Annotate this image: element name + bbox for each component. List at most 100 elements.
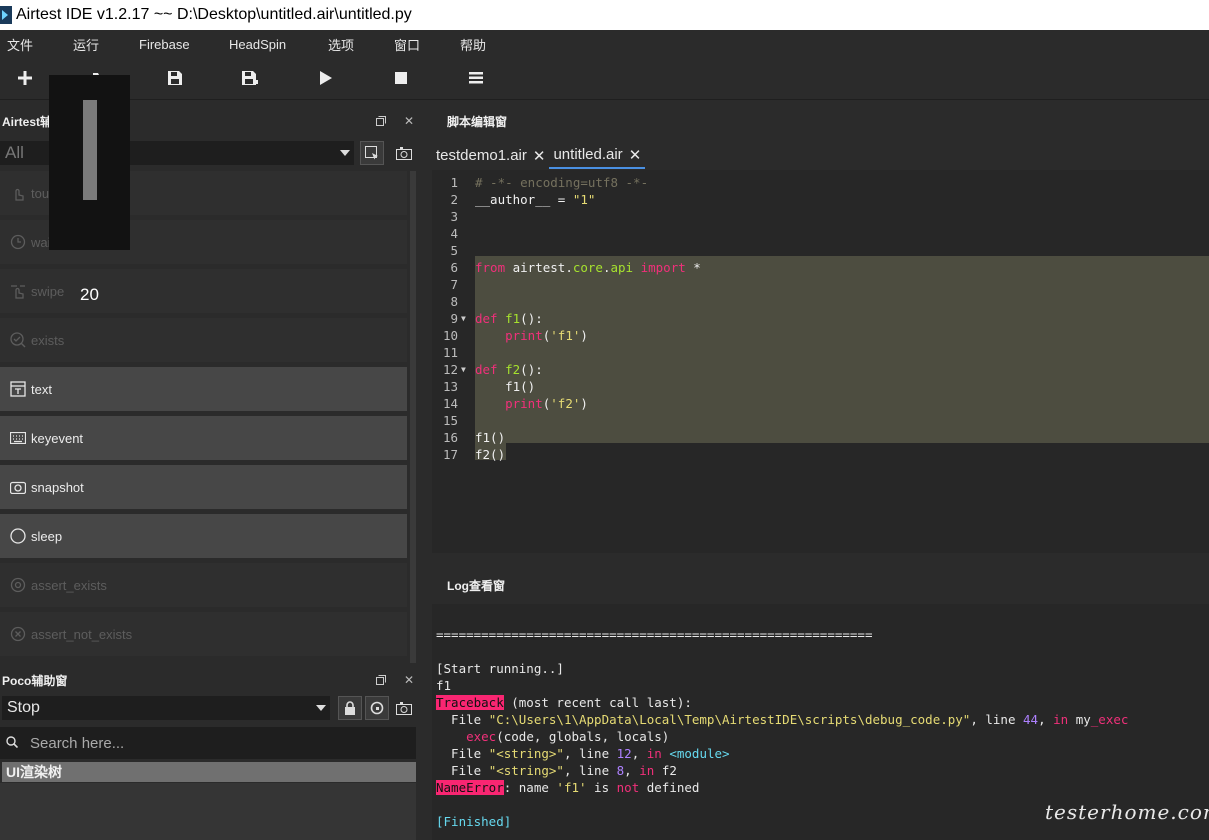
tab-label: testdemo1.air [436,147,527,164]
camera-record-button[interactable] [392,141,416,165]
editor-title: 脚本编辑窗 [447,114,508,129]
save-icon[interactable] [165,68,185,88]
log-line: File "C:\Users\1\AppData\Local\Temp\Airt… [436,712,1129,727]
log-line: [Start running..] [436,661,564,676]
ui-tree-area [0,783,416,840]
log-line: Traceback (most recent call last): [436,695,692,710]
log-line: File "<string>", line 8, in f2 [436,763,677,778]
window-title: Airtest IDE v1.2.17 ~~ D:\Desktop\untitl… [16,6,412,23]
search-icon [6,735,19,751]
moon-icon [10,528,26,544]
api-item-assert-exists[interactable]: assert_exists [0,563,407,607]
menu-bar: 文件 运行 Firebase HeadSpin 选项 窗口 帮助 [0,30,1209,58]
log-line: f1 [436,678,452,693]
line-number: 10 [442,328,458,343]
tab-untitled[interactable]: untitled.air ✕ [549,142,646,169]
poco-search-input[interactable]: Search here... [0,727,416,759]
float-icon[interactable] [374,114,388,128]
swipe-icon [10,283,26,299]
log-line: [Finished] [436,814,512,829]
menu-run[interactable]: 运行 [73,35,99,54]
menu-options[interactable]: 选项 [328,35,354,54]
close-icon[interactable]: ✕ [402,673,416,687]
code-line: 3 [432,208,1209,225]
code-line: 5 [432,242,1209,259]
fold-arrow-icon[interactable]: ▼ [461,310,466,327]
record-button[interactable] [360,141,384,165]
code-text: f1() [475,430,506,445]
code-line: 12 ▼ def f2(): [432,361,1209,378]
volume-track[interactable] [83,100,97,200]
line-number: 12 [442,362,458,377]
tab-testdemo1[interactable]: testdemo1.air ✕ [432,142,549,169]
log-line: exec(code, globals, locals) [466,729,670,744]
keyboard-icon [10,430,26,446]
refresh-button[interactable] [365,696,389,720]
api-item-keyevent[interactable]: keyevent [0,416,407,460]
api-item-label: assert_exists [31,577,107,593]
code-text: f1() [475,379,536,394]
api-item-sleep[interactable]: sleep [0,514,407,558]
scrollbar[interactable] [410,171,416,667]
code-line: 1 # -*- encoding=utf8 -*- [432,174,1209,191]
check-search-icon [10,332,26,348]
api-item-label: snapshot [31,479,84,495]
api-item-label: sleep [31,528,63,544]
code-text: def f1(): [475,311,543,326]
ui-tree-root[interactable]: UI渲染树 [2,762,416,782]
float-icon[interactable] [374,673,388,687]
poco-record-button[interactable] [392,696,416,720]
close-icon[interactable]: ✕ [629,146,642,164]
menu-help[interactable]: 帮助 [460,35,486,54]
volume-popup: 20 [49,75,130,304]
play-icon[interactable] [316,68,336,88]
volume-value: 20 [80,285,99,304]
line-number: 2 [450,192,458,207]
clock-icon [10,234,26,250]
menu-headspin[interactable]: HeadSpin [229,37,286,52]
code-line: 6 from airtest.core.api import * [432,259,1209,276]
code-text: f2() [475,447,506,462]
code-text: print('f1') [505,328,588,343]
api-item-assert-not-exists[interactable]: assert_not_exists [0,612,407,656]
line-number: 16 [442,430,458,445]
code-line: 10 print('f1') [432,327,1209,344]
code-line: 14 print('f2') [432,395,1209,412]
api-item-snapshot[interactable]: snapshot [0,465,407,509]
line-number: 17 [442,447,458,462]
save-as-icon[interactable] [240,68,260,88]
api-item-label: exists [31,332,65,348]
api-item-exists[interactable]: exists [0,318,407,362]
title-bar: Airtest IDE v1.2.17 ~~ D:\Desktop\untitl… [0,0,1209,30]
editor-tabs: testdemo1.air ✕ untitled.air ✕ [432,142,646,170]
search-placeholder: Search here... [30,734,125,752]
lock-button[interactable] [338,696,362,720]
log-line: ========================================… [436,627,873,642]
camera-icon [10,479,26,495]
fold-arrow-icon[interactable]: ▼ [461,361,466,378]
menu-firebase[interactable]: Firebase [139,37,190,52]
api-item-label: keyevent [31,430,84,446]
close-icon[interactable]: ✕ [402,114,416,128]
log-title: Log查看窗 [447,578,505,593]
line-number: 11 [442,345,458,360]
log-icon[interactable] [466,68,486,88]
poco-assistant-panel: Poco辅助窗 ✕ Stop Search here... UI渲染树 [0,663,427,840]
poco-mode-select[interactable]: Stop [2,696,330,720]
log-panel: Log查看窗 =================================… [432,566,1209,840]
menu-file[interactable]: 文件 [7,35,33,54]
line-number: 3 [450,209,458,224]
code-line: 4 [432,225,1209,242]
menu-window[interactable]: 窗口 [394,35,420,54]
line-number: 4 [450,226,458,241]
close-icon[interactable]: ✕ [533,147,546,165]
line-number: 9 [450,311,458,326]
line-number: 14 [442,396,458,411]
code-editor[interactable]: 1 # -*- encoding=utf8 -*- 2 __author__ = "1… [432,170,1209,553]
api-item-text[interactable]: text [0,367,407,411]
new-icon[interactable] [15,68,35,88]
stop-icon[interactable] [391,68,411,88]
watermark: testerhome.com [1045,800,1209,824]
code-line: 2 __author__ = "1" [432,191,1209,208]
line-number: 13 [442,379,458,394]
